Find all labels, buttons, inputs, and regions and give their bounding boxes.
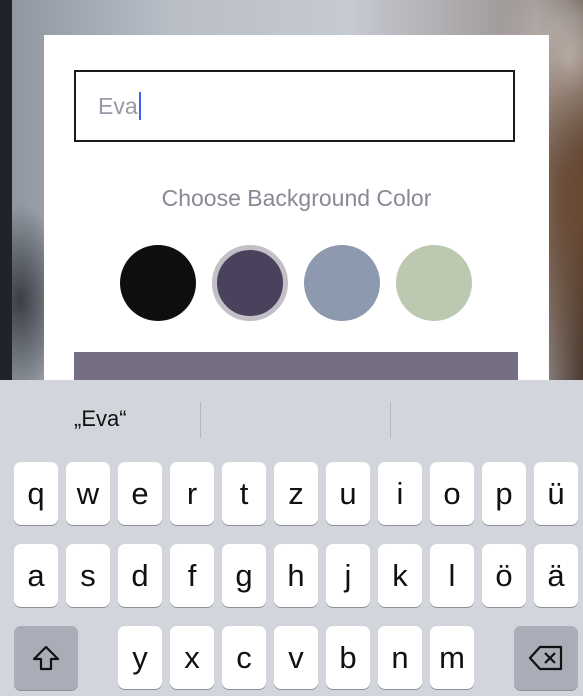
color-swatches (120, 245, 480, 321)
key-k[interactable]: k (378, 544, 422, 607)
swatch-black[interactable] (120, 245, 196, 321)
key-l[interactable]: l (430, 544, 474, 607)
text-caret (138, 92, 141, 120)
key-f[interactable]: f (170, 544, 214, 607)
key-t[interactable]: t (222, 462, 266, 525)
key-e[interactable]: e (118, 462, 162, 525)
key-s[interactable]: s (66, 544, 110, 607)
suggestion-divider (390, 402, 391, 438)
name-input[interactable]: Eva (74, 70, 515, 142)
key-y[interactable]: y (118, 626, 162, 689)
key-m[interactable]: m (430, 626, 474, 689)
suggestion-divider (200, 402, 201, 438)
autocorrect-suggestion[interactable]: „Eva“ (74, 380, 127, 458)
key-u[interactable]: u (326, 462, 370, 525)
backspace-key[interactable] (514, 626, 578, 690)
backspace-icon (528, 645, 564, 671)
left-edge-bar (0, 0, 12, 380)
shift-icon (31, 644, 61, 672)
form-card: Eva Choose Background Color (44, 35, 549, 435)
key-o[interactable]: o (430, 462, 474, 525)
key-r[interactable]: r (170, 462, 214, 525)
key-h[interactable]: h (274, 544, 318, 607)
swatch-slate-blue[interactable] (304, 245, 380, 321)
key-c[interactable]: c (222, 626, 266, 689)
swatch-dark-purple[interactable] (212, 245, 288, 321)
key-g[interactable]: g (222, 544, 266, 607)
key-x[interactable]: x (170, 626, 214, 689)
key-v[interactable]: v (274, 626, 318, 689)
key-j[interactable]: j (326, 544, 370, 607)
key-z[interactable]: z (274, 462, 318, 525)
key-p[interactable]: p (482, 462, 526, 525)
choose-background-color-label: Choose Background Color (161, 185, 432, 211)
key-d[interactable]: d (118, 544, 162, 607)
key-n[interactable]: n (378, 626, 422, 689)
name-input-value: Eva (98, 92, 138, 119)
key-w[interactable]: w (66, 462, 110, 525)
key-b[interactable]: b (326, 626, 370, 689)
key-ä[interactable]: ä (534, 544, 578, 607)
on-screen-keyboard: „Eva“ qwertzuiopü asdfghjklöä yxcvbnm (0, 380, 583, 696)
key-ü[interactable]: ü (534, 462, 578, 525)
swatch-sage-green[interactable] (396, 245, 472, 321)
key-q[interactable]: q (14, 462, 58, 525)
key-a[interactable]: a (14, 544, 58, 607)
shift-key[interactable] (14, 626, 78, 690)
key-i[interactable]: i (378, 462, 422, 525)
key-ö[interactable]: ö (482, 544, 526, 607)
